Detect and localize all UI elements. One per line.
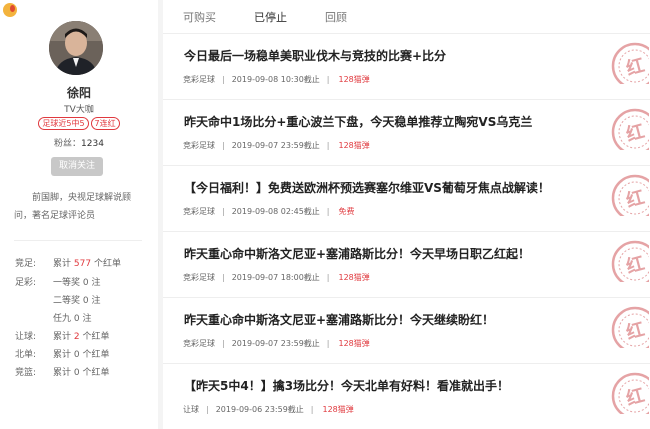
article-panel: 可购买 已停止 回顾 今日最后一场稳单美职业伐木与竞技的比赛+比分 竞彩足球 | 2… xyxy=(163,0,650,429)
article-title[interactable]: 【今日福利！】免费送欧洲杯预选赛塞尔维亚VS葡萄牙焦点战解读！ xyxy=(184,179,604,196)
article-category: 竞彩足球 xyxy=(183,207,215,216)
red-stamp-icon: 红 xyxy=(605,304,649,348)
svg-text:红: 红 xyxy=(624,186,647,212)
stat-value: 累计 577 个红单 xyxy=(53,259,121,269)
profile-name: 徐阳 xyxy=(66,86,91,100)
stat-label: 足彩: xyxy=(15,278,37,288)
article-category: 竞彩足球 xyxy=(183,75,215,84)
article-item[interactable]: 今日最后一场稳单美职业伐木与竞技的比赛+比分 竞彩足球 | 2019-09-08 1… xyxy=(163,34,650,100)
article-price: 128猫弹 xyxy=(338,141,370,150)
article-category: 竞彩足球 xyxy=(183,273,215,282)
stat-value: 二等奖 0 注 xyxy=(53,296,101,306)
article-item[interactable]: 【昨天5中4！】擒3场比分！今天北单有好料！看准就出手！ 让球 | 2019-09-… xyxy=(163,364,650,429)
stat-value: 任九 0 注 xyxy=(53,314,92,324)
article-meta: 竞彩足球 | 2019-09-08 10:30截止 | 128猫弹 xyxy=(183,75,370,84)
badge-streak: 足球近5中5 xyxy=(38,117,89,130)
svg-text:红: 红 xyxy=(624,384,647,410)
stat-label: 让球: xyxy=(15,332,37,342)
avatar[interactable] xyxy=(49,21,103,75)
article-price: 免费 xyxy=(338,207,355,216)
stat-value: 累计 0 个红单 xyxy=(53,368,110,378)
article-deadline: 2019-09-06 23:59截止 xyxy=(215,405,304,414)
article-meta: 竞彩足球 | 2019-09-08 02:45截止 | 免费 xyxy=(183,207,355,216)
svg-text:红: 红 xyxy=(624,120,647,146)
svg-text:红: 红 xyxy=(624,252,647,278)
article-price: 128猫弹 xyxy=(338,75,370,84)
article-title[interactable]: 【昨天5中4！】擒3场比分！今天北单有好料！看准就出手！ xyxy=(184,377,604,394)
stat-label: 北单: xyxy=(15,350,37,360)
svg-text:红: 红 xyxy=(624,54,647,80)
article-deadline: 2019-09-08 02:45截止 xyxy=(231,207,320,216)
unfollow-button[interactable]: 取消关注 xyxy=(51,157,103,176)
article-title[interactable]: 昨天重心命中斯洛文尼亚+塞浦路斯比分！今天早场日职乙红起！ xyxy=(184,245,604,262)
badge-group: 足球近5中5 7连红 xyxy=(0,117,158,130)
article-title[interactable]: 昨天重心命中斯洛文尼亚+塞浦路斯比分！今天继续盼红！ xyxy=(184,311,604,328)
stat-label: 竞足: xyxy=(15,259,37,269)
red-stamp-icon: 红 xyxy=(605,172,649,216)
article-category: 让球 xyxy=(183,405,199,414)
article-deadline: 2019-09-07 18:00截止 xyxy=(231,273,320,282)
article-item[interactable]: 【今日福利！】免费送欧洲杯预选赛塞尔维亚VS葡萄牙焦点战解读！ 竞彩足球 | 201… xyxy=(163,166,650,232)
red-stamp-icon: 红 xyxy=(605,106,649,150)
profile-card: 徐阳 TV大咖 足球近5中5 7连红 粉丝：1234 取消关注 前国脚，央视足球… xyxy=(0,0,158,429)
tab-review[interactable]: 回顾 xyxy=(325,9,347,25)
article-item[interactable]: 昨天命中1场比分+重心波兰下盘，今天稳单推荐立陶宛VS乌克兰 竞彩足球 | 2019… xyxy=(163,100,650,166)
article-category: 竞彩足球 xyxy=(183,339,215,348)
article-price: 128猫弹 xyxy=(338,339,370,348)
site-logo-icon xyxy=(3,3,17,17)
stat-value: 累计 2 个红单 xyxy=(53,332,110,342)
article-title[interactable]: 昨天命中1场比分+重心波兰下盘，今天稳单推荐立陶宛VS乌克兰 xyxy=(184,113,604,130)
article-item[interactable]: 昨天重心命中斯洛文尼亚+塞浦路斯比分！今天继续盼红！ 竞彩足球 | 2019-09-… xyxy=(163,298,650,364)
red-stamp-icon: 红 xyxy=(605,40,649,84)
article-deadline: 2019-09-08 10:30截止 xyxy=(231,75,320,84)
fans-count: 粉丝：1234 xyxy=(0,136,158,149)
fans-label: 粉丝： xyxy=(54,139,82,149)
article-meta: 竞彩足球 | 2019-09-07 23:59截止 | 128猫弹 xyxy=(183,141,370,150)
article-price: 128猫弹 xyxy=(322,405,354,414)
article-category: 竞彩足球 xyxy=(183,141,215,150)
stat-label: 竞篮: xyxy=(15,368,37,378)
article-meta: 让球 | 2019-09-06 23:59截止 | 128猫弹 xyxy=(183,405,354,414)
stat-value: 一等奖 0 注 xyxy=(53,278,101,288)
badge-win-streak: 7连红 xyxy=(90,117,120,130)
tab-bar: 可购买 已停止 回顾 xyxy=(163,0,650,34)
tab-stopped[interactable]: 已停止 xyxy=(254,9,287,25)
svg-text:红: 红 xyxy=(624,318,647,344)
article-meta: 竞彩足球 | 2019-09-07 23:59截止 | 128猫弹 xyxy=(183,339,370,348)
article-item[interactable]: 昨天重心命中斯洛文尼亚+塞浦路斯比分！今天早场日职乙红起！ 竞彩足球 | 2019-… xyxy=(163,232,650,298)
article-meta: 竞彩足球 | 2019-09-07 18:00截止 | 128猫弹 xyxy=(183,273,370,282)
red-stamp-icon: 红 xyxy=(605,370,649,414)
article-price: 128猫弹 xyxy=(338,273,370,282)
article-deadline: 2019-09-07 23:59截止 xyxy=(231,141,320,150)
tab-available[interactable]: 可购买 xyxy=(183,9,216,25)
stat-value: 累计 0 个红单 xyxy=(53,350,110,360)
article-title[interactable]: 今日最后一场稳单美职业伐木与竞技的比赛+比分 xyxy=(184,47,604,64)
red-stamp-icon: 红 xyxy=(605,238,649,282)
fans-number: 1234 xyxy=(81,139,104,149)
article-deadline: 2019-09-07 23:59截止 xyxy=(231,339,320,348)
divider xyxy=(14,240,142,241)
profile-bio: 前国脚，央视足球解说顾问，著名足球评论员 xyxy=(14,193,132,221)
profile-role: TV大咖 xyxy=(64,105,94,115)
